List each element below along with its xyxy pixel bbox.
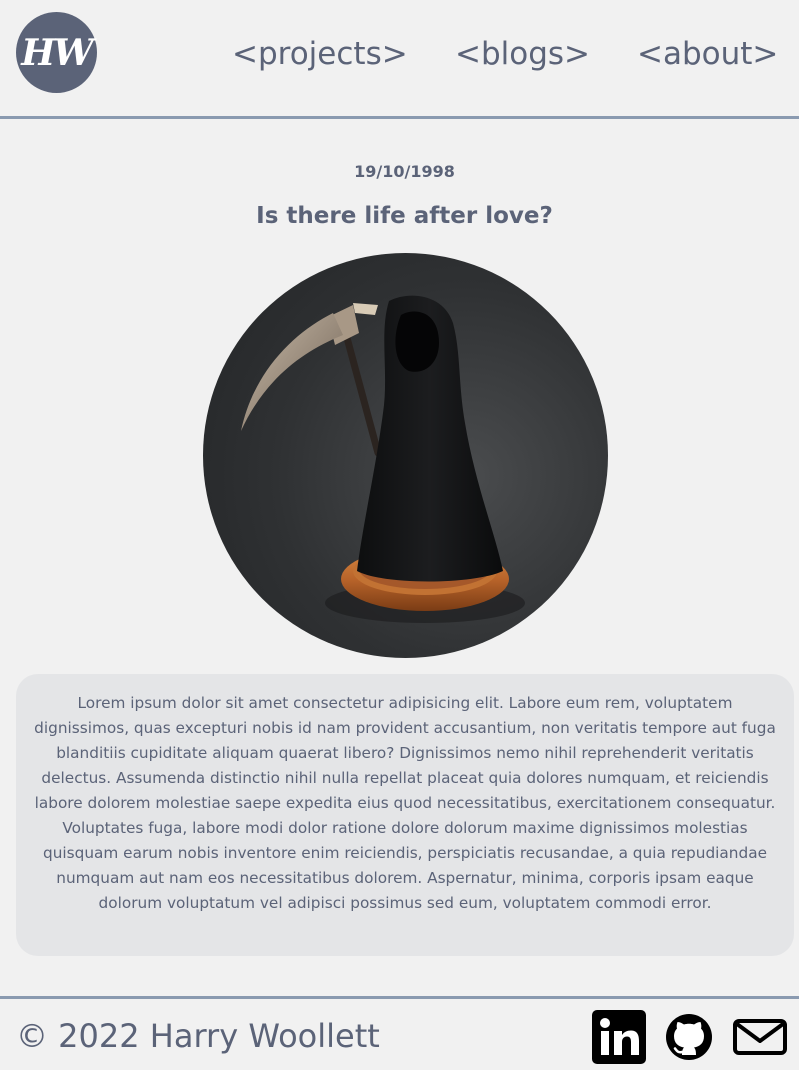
- post-image: [203, 253, 608, 658]
- post-body: Lorem ipsum dolor sit amet consectetur a…: [16, 674, 794, 956]
- nav-projects-link[interactable]: <projects>: [232, 36, 408, 72]
- copyright: © 2022 Harry Woollett: [16, 1017, 380, 1055]
- nav-about-link[interactable]: <about>: [637, 36, 778, 72]
- grim-reaper-figurine-image: [241, 295, 525, 623]
- post-date: 19/10/1998: [354, 162, 455, 181]
- github-icon[interactable]: [665, 1012, 713, 1062]
- mail-icon[interactable]: [733, 1010, 787, 1064]
- nav-blogs-link[interactable]: <blogs>: [455, 36, 590, 72]
- post-title: Is there life after love?: [256, 203, 553, 229]
- site-footer: © 2022 Harry Woollett: [0, 996, 799, 1070]
- logo[interactable]: HW: [16, 12, 97, 93]
- linkedin-icon[interactable]: [592, 1010, 646, 1064]
- site-header: HW <projects> <blogs> <about>: [0, 0, 799, 119]
